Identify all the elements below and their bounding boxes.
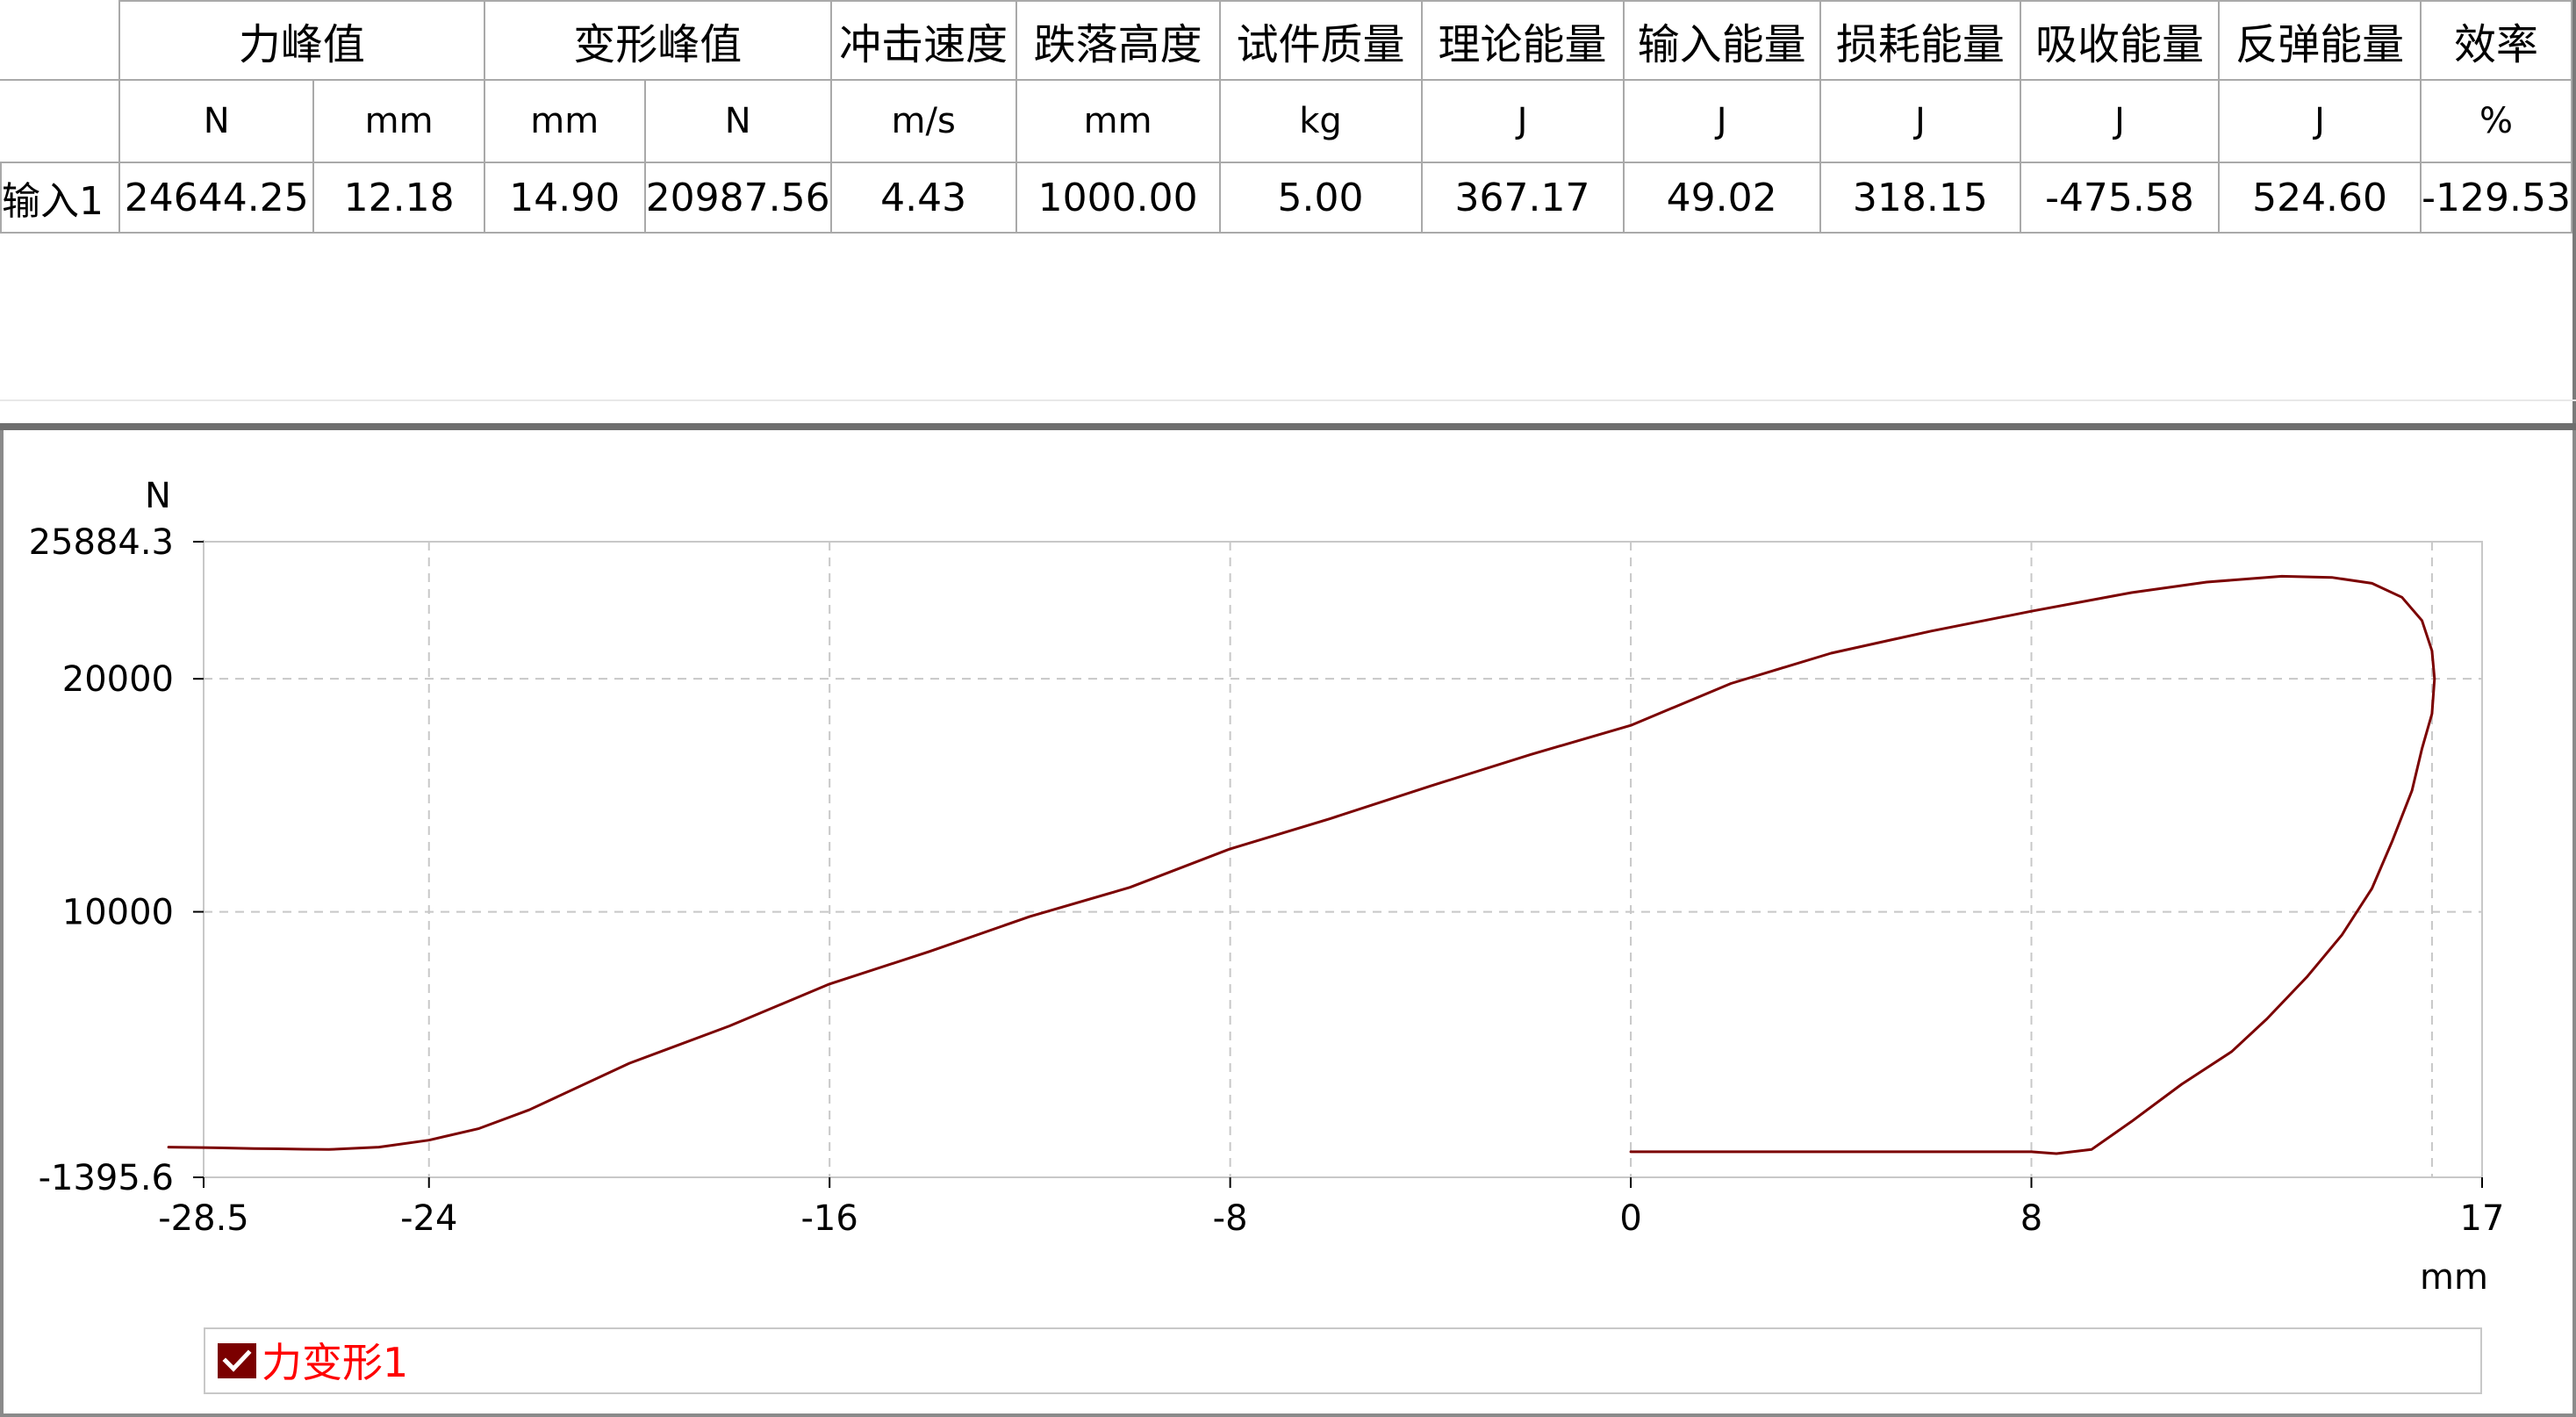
legend-series-label[interactable]: 力变形1 [262, 1336, 408, 1389]
x-tick-label: -24 [400, 1198, 457, 1239]
axes [203, 540, 2482, 1178]
y-axis-unit-label: N [145, 476, 171, 516]
legend-checkbox[interactable] [214, 1341, 260, 1384]
y-tick-label: 25884.3 [29, 522, 174, 563]
legend: 力变形1 [204, 1327, 2482, 1394]
series-layer [167, 574, 2436, 1155]
x-tick-label: 17 [2460, 1198, 2505, 1239]
x-axis-unit-label: mm [2420, 1257, 2488, 1298]
grid-layer [204, 542, 2482, 1177]
x-tick-label: 0 [1619, 1198, 1641, 1239]
check-icon [218, 1343, 256, 1382]
force-deformation-chart: -28.5 -24 -16 -8 0 8 17 -1395.6 10000 20000 25884.… [29, 476, 2505, 1298]
series-force-deformation-line [167, 574, 2436, 1155]
x-tick-label: 8 [2020, 1198, 2042, 1239]
y-tick-label: 20000 [62, 659, 174, 700]
y-tick-label: -1395.6 [39, 1158, 174, 1198]
x-tick-label: -16 [801, 1198, 858, 1239]
x-tick-label: -8 [1213, 1198, 1248, 1239]
y-tick-label: 10000 [62, 893, 174, 933]
tick-labels: -28.5 -24 -16 -8 0 8 17 -1395.6 10000 20000 25884.… [29, 522, 2505, 1239]
plot-area-frame [203, 541, 2483, 1178]
x-tick-label: -28.5 [158, 1198, 249, 1239]
